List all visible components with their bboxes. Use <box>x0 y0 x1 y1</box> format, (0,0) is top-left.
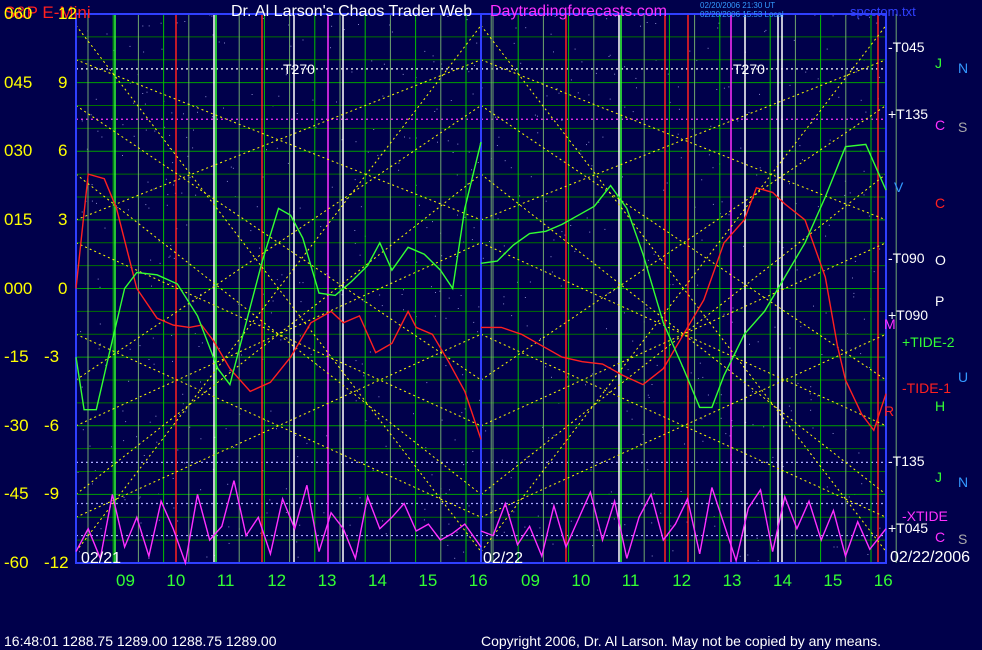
y-tick-outer: -60 <box>4 553 29 572</box>
y-tick-outer: 060 <box>4 4 33 23</box>
right-label: U <box>958 368 969 385</box>
y-tick-inner: -6 <box>44 415 60 435</box>
x-tick-label: 16 <box>468 571 488 590</box>
y-tick-inner: 12 <box>58 4 77 23</box>
right-label: V <box>894 178 904 195</box>
x-tick-label: 13 <box>317 571 337 590</box>
y-tick-inner: -12 <box>44 553 69 572</box>
right-label: +T045 <box>888 519 929 536</box>
right-label: -T090 <box>888 249 925 266</box>
y-tick-inner: -3 <box>44 347 60 367</box>
y-tick-outer: -30 <box>4 415 29 435</box>
top-label-2: T270 <box>733 61 765 77</box>
x-tick-label: 15 <box>418 571 438 590</box>
right-label: H <box>935 398 946 415</box>
right-label: M <box>884 316 896 333</box>
series-green <box>75 141 482 411</box>
series-red <box>75 173 482 440</box>
header-file: spcctom.txt <box>850 4 916 19</box>
x-tick-label: 11 <box>216 571 235 590</box>
y-tick-outer: 000 <box>4 278 33 298</box>
y-tick-inner: 9 <box>58 72 68 92</box>
y-tick-outer: 015 <box>4 209 33 229</box>
panel-date-1: 02/21 <box>81 550 122 567</box>
right-label: +T135 <box>888 105 929 122</box>
x-tick-label: 12 <box>672 571 692 590</box>
right-label: -T045 <box>888 39 925 56</box>
panel-date-2: 02/22 <box>483 550 524 567</box>
x-tick-label: 12 <box>267 571 287 590</box>
y-tick-outer: -15 <box>4 347 29 367</box>
y-tick-inner: -9 <box>44 484 60 504</box>
right-label: J <box>935 469 942 486</box>
x-tick-label: 11 <box>621 571 640 590</box>
right-label: C <box>935 194 946 211</box>
x-tick-label: 13 <box>722 571 742 590</box>
x-tick-label: 15 <box>823 571 843 590</box>
right-label: S <box>958 531 968 548</box>
right-label: R <box>884 403 895 420</box>
right-label: N <box>958 473 969 490</box>
header-stamp-ut: 02/20/2006 21:30 UT <box>700 1 776 10</box>
x-tick-label: 16 <box>873 571 893 590</box>
right-label: O <box>935 252 946 269</box>
header-site: Daytradingforecasts.com <box>490 3 667 20</box>
x-tick-label: 10 <box>166 571 186 590</box>
x-tick-label: 14 <box>368 571 387 590</box>
y-tick-outer: -45 <box>4 484 29 504</box>
right-label: -T135 <box>888 453 925 470</box>
right-label: J <box>935 55 942 72</box>
right-label: S <box>958 119 968 136</box>
x-tick-label: 14 <box>773 571 792 590</box>
header-stamp-local: 02/20/2006 15:53 Local <box>700 10 784 19</box>
right-label: P <box>935 293 945 310</box>
x-tick-label: 10 <box>571 571 591 590</box>
x-tick-label: 09 <box>116 571 135 590</box>
y-tick-inner: 6 <box>58 141 68 161</box>
x-tick-label: 09 <box>521 571 540 590</box>
series-magenta <box>480 487 887 564</box>
y-tick-outer: 030 <box>4 141 33 161</box>
footer-copyright: Copyright 2006, Dr. Al Larson. May not b… <box>481 633 882 649</box>
y-tick-inner: 3 <box>58 209 68 229</box>
top-label-1: T270 <box>283 61 315 77</box>
right-label: C <box>935 528 946 545</box>
right-label: C <box>935 117 946 134</box>
header-title: Dr. Al Larson's Chaos Trader Web <box>231 3 473 20</box>
footer-quote: 16:48:01 1288.75 1289.00 1288.75 1289.00 <box>4 633 277 649</box>
y-tick-inner: 0 <box>58 278 68 298</box>
right-label: +TIDE-2 <box>902 334 955 351</box>
series-magenta <box>75 480 482 566</box>
right-label: N <box>958 59 969 76</box>
right-label: -TIDE-1 <box>902 380 951 397</box>
series-red <box>481 186 887 432</box>
bottom-right-date: 02/22/2006 <box>890 549 971 566</box>
y-tick-outer: 045 <box>4 72 33 92</box>
